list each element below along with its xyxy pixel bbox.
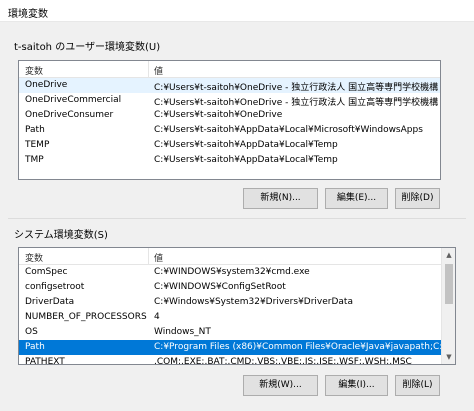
- system-var-row[interactable]: OS Windows_NT: [19, 325, 455, 340]
- list-header: 変数 値: [19, 61, 440, 78]
- var-name: Path: [25, 125, 45, 135]
- var-name: configsetroot: [25, 282, 85, 292]
- var-value: C:¥Users¥t-saitoh¥OneDrive: [154, 110, 283, 120]
- window-title: 環境変数: [8, 9, 48, 20]
- var-name: PATHEXT: [25, 357, 65, 365]
- user-var-row[interactable]: TEMP C:¥Users¥t-saitoh¥AppData¥Local¥Tem…: [19, 138, 440, 153]
- var-name: OneDriveCommercial: [25, 95, 122, 105]
- user-var-row[interactable]: OneDriveCommercial C:¥Users¥t-saitoh¥One…: [19, 93, 440, 108]
- user-edit-button[interactable]: 編集(E)...: [325, 188, 388, 209]
- var-value: C:¥Windows¥System32¥Drivers¥DriverData: [154, 297, 353, 307]
- vertical-scrollbar[interactable]: ▲ ▼: [441, 248, 455, 364]
- system-variables-label: システム環境変数(S): [14, 230, 108, 241]
- var-name: TMP: [25, 155, 44, 165]
- var-value: C:¥Users¥t-saitoh¥OneDrive - 独立行政法人 国立高等…: [154, 98, 439, 108]
- var-name: TEMP: [25, 140, 50, 150]
- system-var-row-selected[interactable]: Path C:¥Program Files (x86)¥Common Files…: [19, 340, 455, 355]
- user-new-button[interactable]: 新規(N)...: [243, 188, 318, 209]
- scroll-thumb[interactable]: [445, 264, 453, 304]
- scroll-down-icon[interactable]: ▼: [442, 350, 455, 364]
- var-name: NUMBER_OF_PROCESSORS: [25, 312, 147, 322]
- scroll-up-icon[interactable]: ▲: [442, 248, 455, 262]
- title-bar: 環境変数: [0, 0, 474, 22]
- system-var-row[interactable]: NUMBER_OF_PROCESSORS 4: [19, 310, 455, 325]
- system-edit-button[interactable]: 編集(I)...: [325, 375, 388, 396]
- var-value: C:¥Users¥t-saitoh¥OneDrive - 独立行政法人 国立高等…: [154, 83, 439, 93]
- user-delete-button[interactable]: 削除(D): [395, 188, 440, 209]
- user-variables-list[interactable]: 変数 値 OneDrive C:¥Users¥t-saitoh¥OneDrive…: [18, 60, 441, 180]
- system-var-row[interactable]: ComSpec C:¥WINDOWS¥system32¥cmd.exe: [19, 265, 455, 280]
- var-value: C:¥WINDOWS¥ConfigSetRoot: [154, 282, 286, 292]
- var-name: OneDriveConsumer: [25, 110, 114, 120]
- var-value: C:¥Users¥t-saitoh¥AppData¥Local¥Temp: [154, 155, 338, 165]
- var-value: Windows_NT: [154, 327, 211, 337]
- var-value: .COM;.EXE;.BAT;.CMD;.VBS;.VBE;.JS;.JSE;.…: [154, 357, 412, 365]
- var-value: C:¥WINDOWS¥system32¥cmd.exe: [154, 267, 310, 277]
- system-var-row[interactable]: DriverData C:¥Windows¥System32¥Drivers¥D…: [19, 295, 455, 310]
- var-value: C:¥Program Files (x86)¥Common Files¥Orac…: [154, 342, 456, 352]
- section-divider: [8, 218, 466, 219]
- system-new-button[interactable]: 新規(W)...: [243, 375, 318, 396]
- var-name: DriverData: [25, 297, 75, 307]
- user-variables-label: t-saitoh のユーザー環境変数(U): [14, 42, 161, 53]
- user-var-row[interactable]: TMP C:¥Users¥t-saitoh¥AppData¥Local¥Temp: [19, 153, 440, 168]
- user-var-row[interactable]: Path C:¥Users¥t-saitoh¥AppData¥Local¥Mic…: [19, 123, 440, 138]
- list-header: 変数 値: [19, 248, 455, 265]
- column-header-name[interactable]: 変数: [25, 64, 43, 77]
- var-name: OneDrive: [25, 80, 68, 90]
- system-variables-list[interactable]: 変数 値 ComSpec C:¥WINDOWS¥system32¥cmd.exe…: [18, 247, 456, 365]
- var-value: C:¥Users¥t-saitoh¥AppData¥Local¥Temp: [154, 140, 338, 150]
- var-name: OS: [25, 327, 38, 337]
- system-delete-button[interactable]: 削除(L): [395, 375, 440, 396]
- column-header-name[interactable]: 変数: [25, 251, 43, 264]
- system-var-row[interactable]: PATHEXT .COM;.EXE;.BAT;.CMD;.VBS;.VBE;.J…: [19, 355, 455, 365]
- user-var-row[interactable]: OneDrive C:¥Users¥t-saitoh¥OneDrive - 独立…: [19, 78, 440, 93]
- var-value: C:¥Users¥t-saitoh¥AppData¥Local¥Microsof…: [154, 125, 423, 135]
- var-name: Path: [25, 342, 45, 352]
- var-name: ComSpec: [25, 267, 68, 277]
- column-header-value[interactable]: 値: [154, 251, 163, 264]
- var-value: 4: [154, 312, 160, 322]
- user-var-row[interactable]: OneDriveConsumer C:¥Users¥t-saitoh¥OneDr…: [19, 108, 440, 123]
- system-var-row[interactable]: configsetroot C:¥WINDOWS¥ConfigSetRoot: [19, 280, 455, 295]
- column-header-value[interactable]: 値: [154, 64, 163, 77]
